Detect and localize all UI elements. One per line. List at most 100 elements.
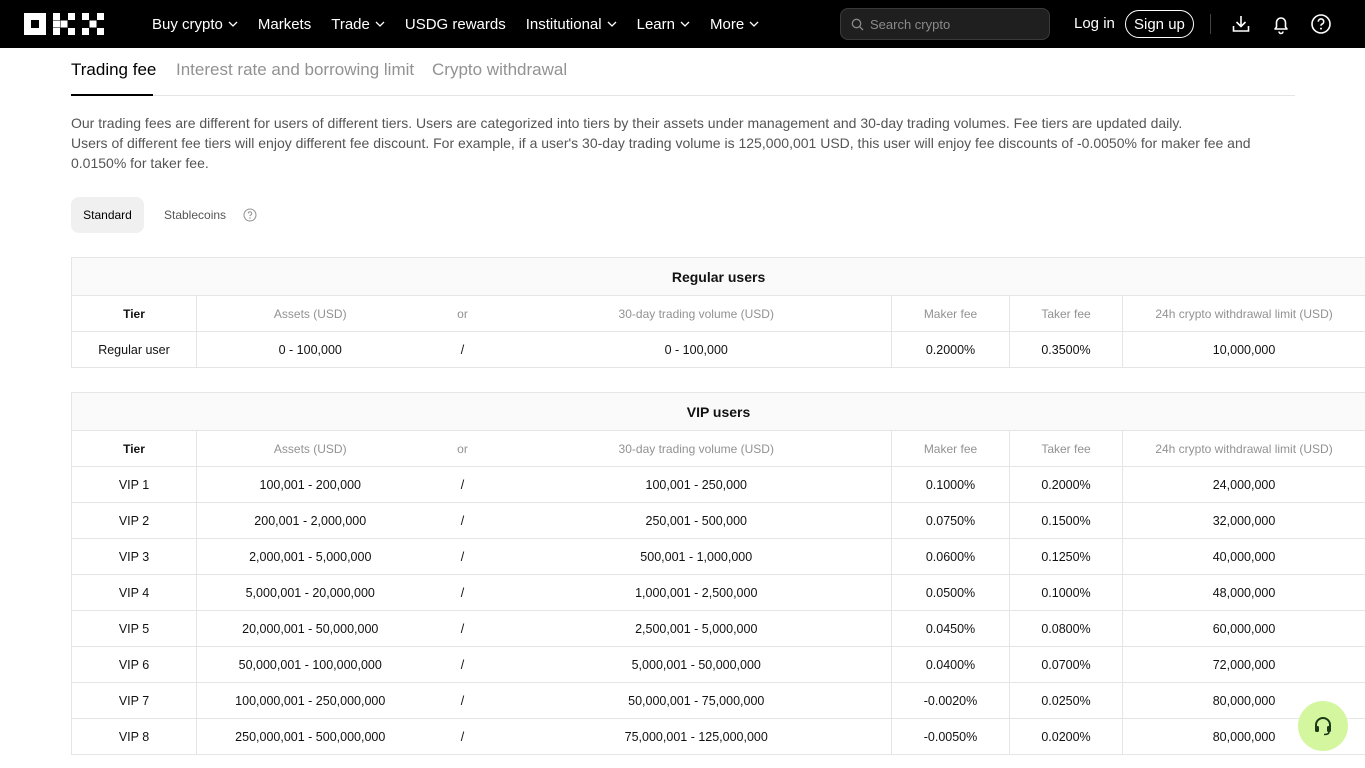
cell-tier: VIP 1 <box>71 466 197 503</box>
table-title: Regular users <box>70 257 1365 296</box>
cell-assets: 50,000,001 - 100,000,000 <box>196 646 424 683</box>
cell-assets: 5,000,001 - 20,000,000 <box>196 574 424 611</box>
nav-label: Institutional <box>525 15 602 33</box>
search-input[interactable] <box>870 16 1040 32</box>
download-icon[interactable] <box>1230 13 1252 35</box>
search-box[interactable] <box>840 8 1050 40</box>
cell-tier: VIP 5 <box>71 610 197 647</box>
column-header-maker-fee: Maker fee <box>891 430 1010 467</box>
cell-withdrawal-limit: 32,000,000 <box>1121 502 1365 539</box>
cell-maker-fee: 0.1000% <box>891 466 1010 503</box>
question-icon[interactable] <box>243 208 257 222</box>
cell-assets: 100,001 - 200,000 <box>196 466 424 503</box>
cell-separator: / <box>423 718 502 755</box>
chevron-down-icon <box>749 21 759 27</box>
tab-interest-rate[interactable]: Interest rate and borrowing limit <box>176 60 414 80</box>
cell-separator: / <box>423 646 502 683</box>
table-row: VIP 7 100,000,001 - 250,000,000/50,000,00… <box>71 682 1365 719</box>
cell-tier: VIP 8 <box>71 718 197 755</box>
tab-crypto-withdrawal[interactable]: Crypto withdrawal <box>432 60 567 80</box>
table-row: VIP 8 250,000,001 - 500,000,000/75,000,00… <box>71 718 1365 755</box>
column-header-volume: 30-day trading volume (USD) <box>501 295 892 332</box>
cell-maker-fee: -0.0020% <box>891 682 1010 719</box>
nav-usdg-rewards[interactable]: USDG rewards <box>405 16 506 33</box>
cell-taker-fee: 0.0200% <box>1009 718 1123 755</box>
login-link[interactable]: Log in <box>1074 15 1115 32</box>
cell-tier: VIP 2 <box>71 502 197 539</box>
fee-tabs: Trading fee Interest rate and borrowing … <box>71 48 1295 96</box>
cell-taker-fee: 0.1000% <box>1009 574 1123 611</box>
column-header-tier: Tier <box>71 295 197 332</box>
okx-logo[interactable] <box>24 13 104 35</box>
nav-label: USDG rewards <box>404 15 506 33</box>
top-navigation: Buy crypto Markets Trade USDG rewards In… <box>0 0 1365 48</box>
cell-maker-fee: -0.0050% <box>891 718 1010 755</box>
segment-stablecoins[interactable]: Stablecoins <box>164 197 226 233</box>
cell-volume: 2,500,001 - 5,000,000 <box>501 610 892 647</box>
cell-withdrawal-limit: 24,000,000 <box>1121 466 1365 503</box>
cell-volume: 50,000,001 - 75,000,000 <box>501 682 892 719</box>
signup-button[interactable]: Sign up <box>1125 10 1194 38</box>
column-header-taker-fee: Taker fee <box>1009 295 1123 332</box>
table-row: VIP 4 5,000,001 - 20,000,000/1,000,001 - … <box>71 574 1365 611</box>
column-header-withdrawal-limit: 24h crypto withdrawal limit (USD) <box>1121 295 1365 332</box>
support-chat-button[interactable] <box>1298 701 1348 751</box>
description-line-2: Users of different fee tiers will enjoy … <box>71 135 1251 171</box>
bell-icon[interactable] <box>1270 13 1292 35</box>
cell-volume: 100,001 - 250,000 <box>501 466 892 503</box>
cell-tier: VIP 6 <box>71 646 197 683</box>
cell-separator: / <box>423 682 502 719</box>
cell-taker-fee: 0.0250% <box>1009 682 1123 719</box>
nav-label: More <box>709 15 745 33</box>
cell-volume: 5,000,001 - 50,000,000 <box>501 646 892 683</box>
table-header-row: Tier Assets (USD) or 30-day trading volu… <box>71 430 1365 467</box>
nav-label: Buy crypto <box>152 15 223 33</box>
column-header-maker-fee: Maker fee <box>891 295 1010 332</box>
cell-maker-fee: 0.0500% <box>891 574 1010 611</box>
cell-assets: 0 - 100,000 <box>196 331 424 368</box>
column-header-assets: Assets (USD) <box>196 295 424 332</box>
cell-taker-fee: 0.1250% <box>1009 538 1123 575</box>
cell-withdrawal-limit: 72,000,000 <box>1121 646 1365 683</box>
cell-separator: / <box>423 574 502 611</box>
search-icon <box>851 18 864 30</box>
tab-trading-fee[interactable]: Trading fee <box>71 60 156 80</box>
cell-withdrawal-limit: 40,000,000 <box>1121 538 1365 575</box>
cell-volume: 75,000,001 - 125,000,000 <box>501 718 892 755</box>
nav-markets[interactable]: Markets <box>258 16 311 33</box>
column-header-withdrawal-limit: 24h crypto withdrawal limit (USD) <box>1121 430 1365 467</box>
chevron-down-icon <box>607 21 617 27</box>
segment-standard[interactable]: Standard <box>71 197 144 233</box>
cell-taker-fee: 0.1500% <box>1009 502 1123 539</box>
cell-assets: 250,000,001 - 500,000,000 <box>196 718 424 755</box>
cell-withdrawal-limit: 10,000,000 <box>1121 331 1365 368</box>
cell-separator: / <box>423 466 502 503</box>
nav-institutional[interactable]: Institutional <box>526 16 617 33</box>
chevron-down-icon <box>228 21 238 27</box>
nav-learn[interactable]: Learn <box>637 16 690 33</box>
cell-tier: Regular user <box>71 331 197 368</box>
cell-maker-fee: 0.0450% <box>891 610 1010 647</box>
nav-label: Trade <box>331 15 370 33</box>
cell-taker-fee: 0.2000% <box>1009 466 1123 503</box>
column-header-assets: Assets (USD) <box>196 430 424 467</box>
table-row: VIP 5 20,000,001 - 50,000,000/2,500,001 -… <box>71 610 1365 647</box>
cell-maker-fee: 0.0600% <box>891 538 1010 575</box>
nav-more[interactable]: More <box>710 16 759 33</box>
chevron-down-icon <box>375 21 385 27</box>
cell-volume: 500,001 - 1,000,000 <box>501 538 892 575</box>
table-row: VIP 3 2,000,001 - 5,000,000/500,001 - 1,0… <box>71 538 1365 575</box>
cell-assets: 200,001 - 2,000,000 <box>196 502 424 539</box>
nav-buy-crypto[interactable]: Buy crypto <box>152 16 238 33</box>
cell-tier: VIP 7 <box>71 682 197 719</box>
table-title: VIP users <box>70 392 1365 431</box>
cell-separator: / <box>423 331 502 368</box>
column-header-volume: 30-day trading volume (USD) <box>501 430 892 467</box>
help-icon[interactable] <box>1310 13 1332 35</box>
nav-trade[interactable]: Trade <box>331 16 385 33</box>
cell-withdrawal-limit: 48,000,000 <box>1121 574 1365 611</box>
main-menu: Buy crypto Markets Trade USDG rewards In… <box>152 0 779 48</box>
headset-icon <box>1315 717 1331 736</box>
regular-users-table: Regular users Tier Assets (USD) or 30-da… <box>70 257 1365 368</box>
table-row: Regular user 0 - 100,000 / 0 - 100,000 0… <box>71 331 1365 368</box>
